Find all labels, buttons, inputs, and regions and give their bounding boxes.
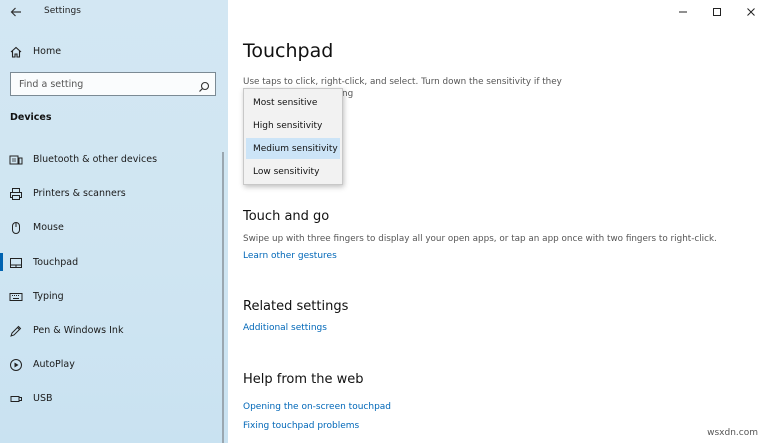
minimize-button[interactable]: [666, 0, 700, 24]
section-label: Devices: [10, 112, 52, 123]
help-heading: Help from the web: [243, 372, 364, 387]
window-title: Settings: [44, 6, 81, 16]
pen-icon: [9, 323, 23, 337]
related-settings-heading: Related settings: [243, 299, 349, 314]
sidebar-item-autoplay[interactable]: AutoPlay: [0, 350, 228, 378]
touchpad-icon: [9, 255, 23, 269]
sidebar: Settings Home Devices Bluetooth & other …: [0, 0, 228, 443]
watermark: wsxdn.com: [707, 428, 758, 438]
touch-and-go-text: Swipe up with three fingers to display a…: [243, 234, 717, 244]
sidebar-item-label: Mouse: [33, 221, 64, 233]
minimize-icon: [679, 11, 687, 13]
sidebar-item-pen[interactable]: Pen & Windows Ink: [0, 316, 228, 344]
additional-settings-link[interactable]: Additional settings: [243, 323, 327, 333]
close-icon: [747, 8, 755, 16]
sidebar-item-bluetooth[interactable]: Bluetooth & other devices: [0, 145, 228, 173]
sidebar-item-label: Home: [33, 45, 62, 57]
usb-icon: [9, 391, 23, 405]
sidebar-item-typing[interactable]: Typing: [0, 282, 228, 310]
home-icon: [9, 44, 23, 58]
printer-icon: [9, 186, 23, 200]
sidebar-item-printers[interactable]: Printers & scanners: [0, 179, 228, 207]
sidebar-item-label: Pen & Windows Ink: [33, 324, 124, 336]
back-arrow-icon[interactable]: [9, 4, 23, 18]
sensitivity-option[interactable]: High sensitivity: [246, 115, 340, 136]
learn-gestures-link[interactable]: Learn other gestures: [243, 251, 337, 261]
keyboard-icon: [9, 289, 23, 303]
autoplay-icon: [9, 357, 23, 371]
sidebar-item-touchpad[interactable]: Touchpad: [0, 248, 228, 276]
maximize-icon: [713, 8, 721, 16]
window-controls: [666, 0, 768, 24]
close-button[interactable]: [734, 0, 768, 24]
maximize-button[interactable]: [700, 0, 734, 24]
sidebar-item-label: Bluetooth & other devices: [33, 153, 158, 165]
bluetooth-devices-icon: [9, 152, 23, 166]
main-content: Touchpad Use taps to click, right-click,…: [228, 0, 768, 443]
description-line: Use taps to click, right-click, and sele…: [243, 77, 562, 87]
page-title: Touchpad: [243, 40, 334, 62]
search-icon[interactable]: [198, 78, 210, 92]
sidebar-item-label: AutoPlay: [33, 358, 75, 370]
sidebar-scrollbar[interactable]: [222, 152, 224, 443]
sidebar-item-label: USB: [33, 392, 53, 404]
touch-and-go-heading: Touch and go: [243, 209, 330, 224]
search-box[interactable]: [10, 72, 216, 96]
search-input[interactable]: [11, 73, 191, 95]
sensitivity-option-selected[interactable]: Medium sensitivity: [246, 138, 340, 159]
sidebar-item-label: Typing: [33, 290, 64, 302]
help-link-onscreen-touchpad[interactable]: Opening the on-screen touchpad: [243, 402, 391, 412]
sensitivity-option[interactable]: Most sensitive: [246, 92, 340, 113]
sidebar-item-label: Printers & scanners: [33, 187, 126, 199]
sensitivity-option[interactable]: Low sensitivity: [246, 161, 340, 182]
sidebar-item-home[interactable]: Home: [0, 37, 228, 65]
sidebar-item-label: Touchpad: [33, 256, 79, 268]
mouse-icon: [9, 220, 23, 234]
help-link-fixing-touchpad[interactable]: Fixing touchpad problems: [243, 421, 359, 431]
sensitivity-dropdown-list[interactable]: Most sensitive High sensitivity Medium s…: [243, 88, 343, 185]
sidebar-item-usb[interactable]: USB: [0, 384, 228, 412]
sidebar-item-mouse[interactable]: Mouse: [0, 213, 228, 241]
